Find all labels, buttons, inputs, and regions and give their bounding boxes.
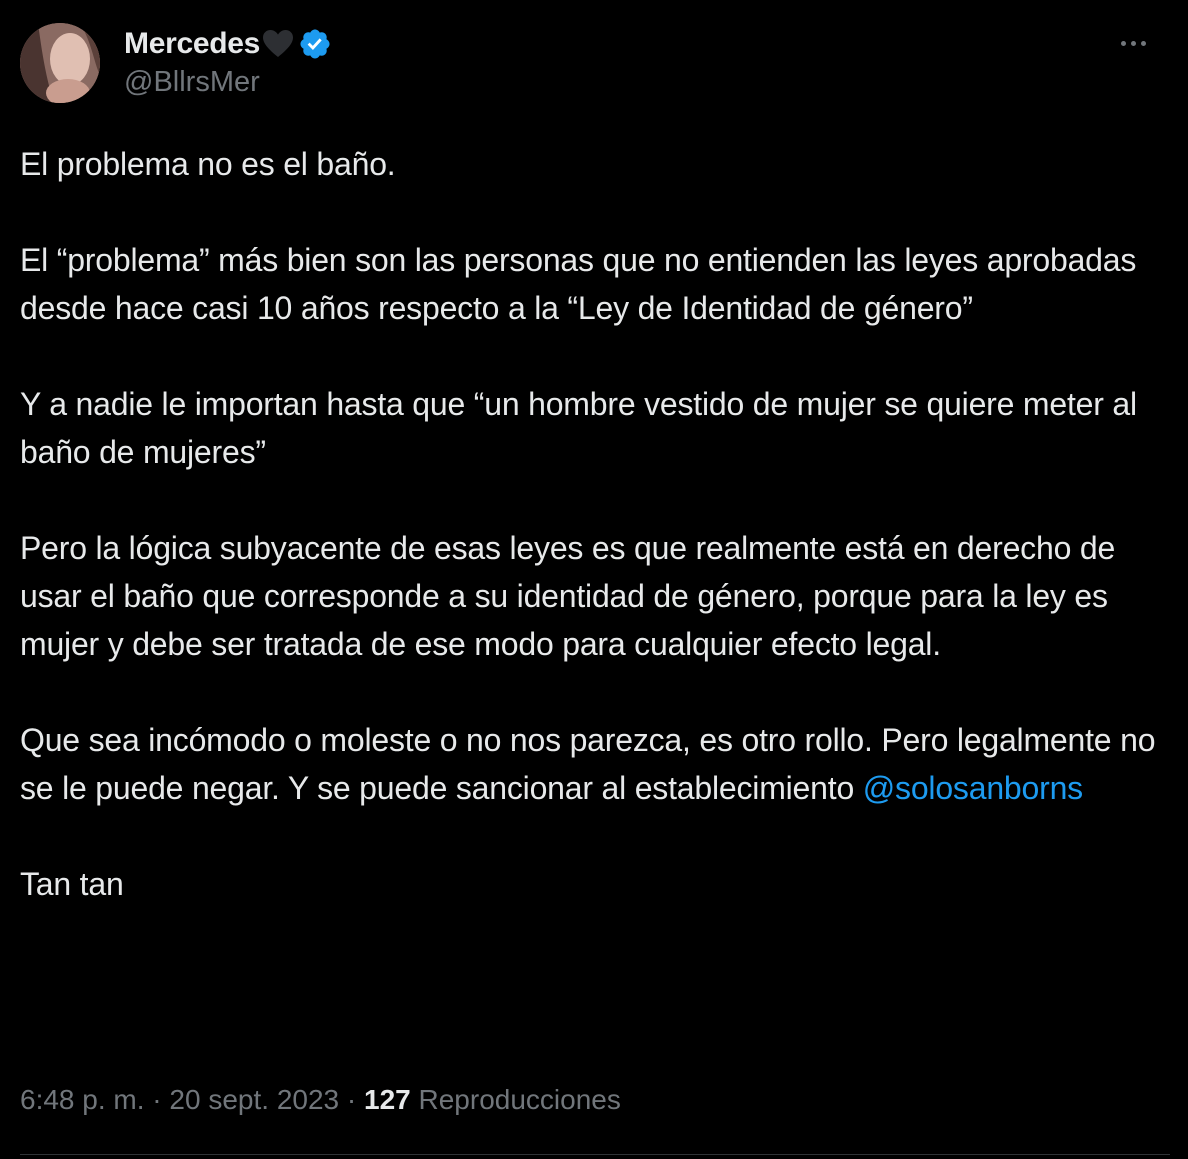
meta-separator: ·	[346, 1084, 357, 1115]
tweet-date[interactable]: 20 sept. 2023	[169, 1084, 339, 1115]
tweet-time[interactable]: 6:48 p. m.	[20, 1084, 145, 1115]
avatar[interactable]	[20, 23, 100, 103]
tweet-paragraph: El problema no es el baño.	[20, 146, 396, 182]
divider	[20, 1154, 1170, 1155]
tweet-metadata: 6:48 p. m. · 20 sept. 2023 · 127 Reprodu…	[20, 1084, 621, 1116]
author-display-name[interactable]: Mercedes	[124, 27, 260, 61]
tweet-paragraph: Y a nadie le importan hasta que “un homb…	[20, 386, 1137, 470]
meta-separator: ·	[152, 1084, 162, 1115]
tweet-text: El problema no es el baño. El “problema”…	[20, 140, 1170, 908]
tweet: Mercedes @BllrsMer El problema no es el …	[0, 0, 1188, 1159]
views-label: Reproducciones	[418, 1084, 621, 1115]
tweet-paragraph: Tan tan	[20, 866, 124, 902]
tweet-paragraph: Pero la lógica subyacente de esas leyes …	[20, 530, 1116, 662]
mention-link[interactable]: @solosanborns	[863, 770, 1083, 806]
more-dot-icon	[1120, 40, 1126, 46]
more-options-button[interactable]	[1110, 28, 1156, 58]
more-dot-icon	[1140, 40, 1146, 46]
tweet-paragraph: El “problema” más bien son las personas …	[20, 242, 1137, 326]
author-name-row[interactable]: Mercedes	[124, 26, 332, 62]
black-heart-icon	[262, 29, 294, 59]
verified-badge-icon[interactable]	[298, 27, 332, 61]
more-dot-icon	[1130, 40, 1136, 46]
tweet-paragraph: Que sea incómodo o moleste o no nos pare…	[20, 716, 1170, 812]
author-handle[interactable]: @BllrsMer	[124, 66, 260, 99]
views-count: 127	[364, 1084, 411, 1115]
